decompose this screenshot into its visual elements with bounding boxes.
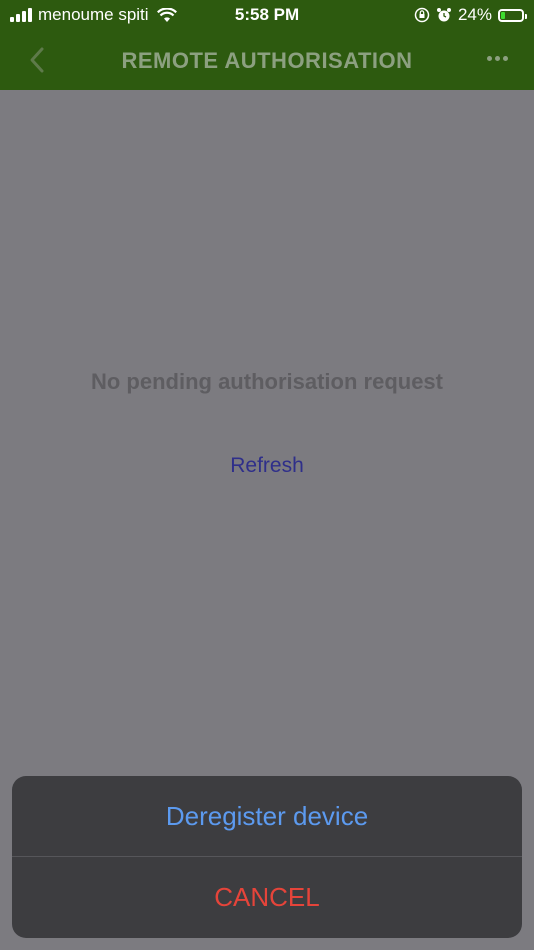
page-title: REMOTE AUTHORISATION <box>121 48 413 73</box>
battery-charging-icon <box>498 8 527 22</box>
battery-level-fill <box>501 11 505 19</box>
navigation-bar: REMOTE AUTHORISATION <box>0 30 534 90</box>
refresh-button[interactable]: Refresh <box>0 454 534 478</box>
battery-cap <box>525 13 527 19</box>
status-bar: menoume spiti 5:58 PM 24% <box>0 0 534 30</box>
action-sheet: Deregister device CANCEL <box>12 776 522 938</box>
cancel-button[interactable]: CANCEL <box>12 857 522 937</box>
deregister-device-button[interactable]: Deregister device <box>12 776 522 856</box>
status-right: 24% <box>414 5 527 25</box>
alarm-icon <box>436 8 451 22</box>
more-horizontal-icon[interactable] <box>487 56 508 61</box>
orientation-lock-icon <box>414 7 430 23</box>
empty-state-message: No pending authorisation request <box>90 369 443 394</box>
battery-percent: 24% <box>457 5 492 24</box>
